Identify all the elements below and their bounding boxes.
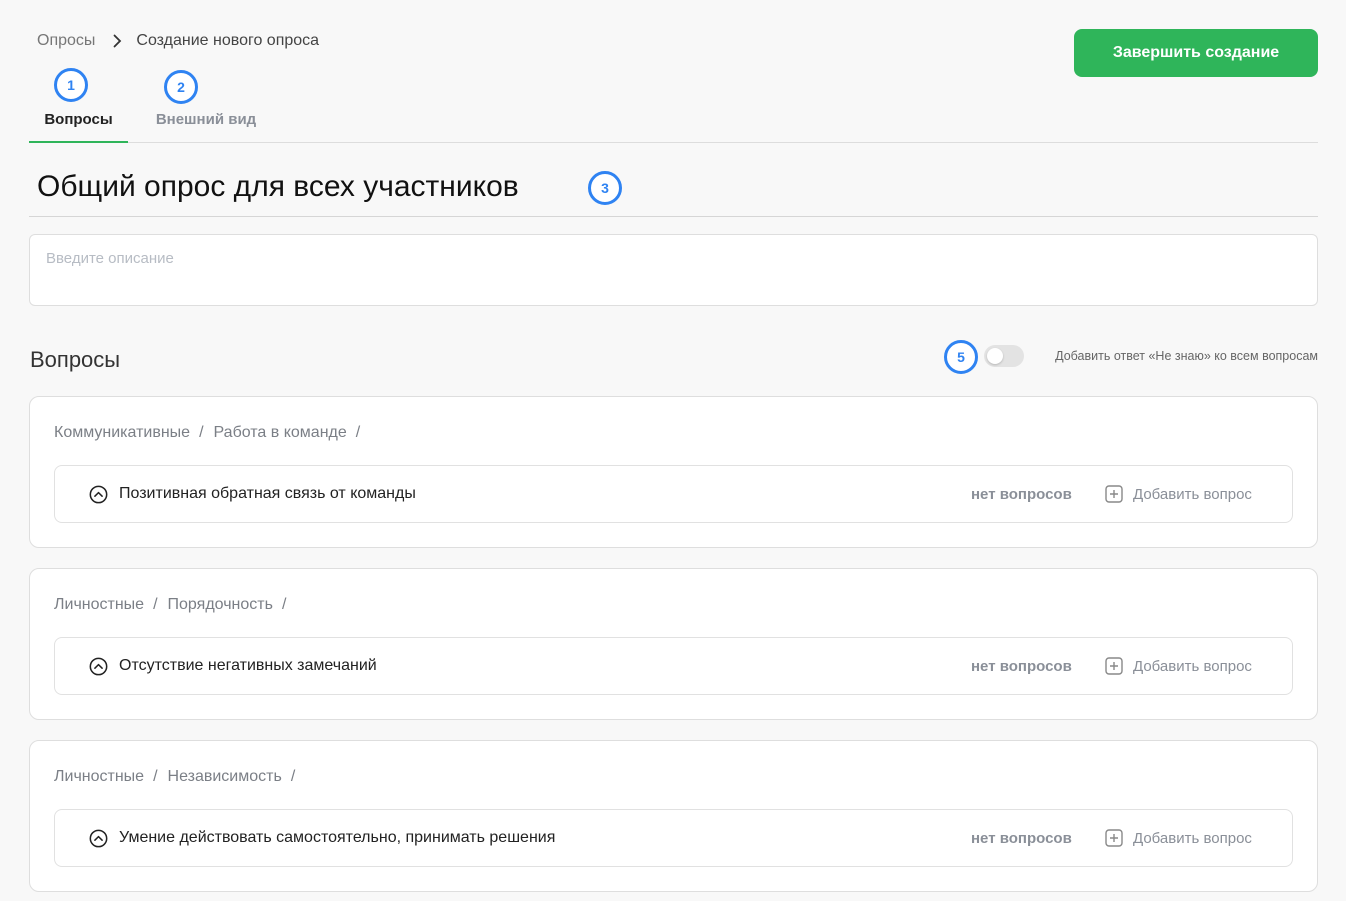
annotation-marker-1: 1 — [54, 68, 88, 102]
plus-square-icon — [1105, 829, 1123, 847]
competency-group: Личностные / Порядочность / Отсутствие нег… — [29, 568, 1318, 720]
description-input[interactable] — [29, 234, 1318, 306]
path-separator: / — [153, 596, 158, 613]
add-question-label: Добавить вопрос — [1133, 485, 1252, 503]
survey-title[interactable]: Общий опрос для всех участников — [37, 170, 519, 204]
group-subcategory: Работа в команде — [213, 424, 347, 441]
indicator-row: Умение действовать самостоятельно, прини… — [54, 809, 1293, 867]
chevron-up-circle-icon[interactable] — [89, 829, 108, 848]
dont-know-toggle[interactable] — [984, 345, 1024, 367]
add-question-label: Добавить вопрос — [1133, 829, 1252, 847]
question-count-status: нет вопросов — [971, 830, 1072, 847]
indicator-title: Умение действовать самостоятельно, прини… — [119, 829, 556, 846]
add-question-button[interactable]: Добавить вопрос — [1105, 483, 1252, 505]
indicator-title: Отсутствие негативных замечаний — [119, 657, 377, 674]
title-divider — [29, 216, 1318, 217]
path-separator: / — [355, 424, 361, 441]
plus-square-icon — [1105, 485, 1123, 503]
annotation-marker-5: 5 — [944, 340, 978, 374]
question-count-status: нет вопросов — [971, 486, 1072, 503]
group-path: Коммуникативные / Работа в команде / — [54, 424, 370, 442]
indicator-title: Позитивная обратная связь от команды — [119, 485, 416, 502]
add-question-label: Добавить вопрос — [1133, 657, 1252, 675]
path-separator: / — [290, 768, 296, 785]
question-count-status: нет вопросов — [971, 658, 1072, 675]
breadcrumb-current: Создание нового опроса — [136, 32, 320, 49]
toggle-knob — [987, 348, 1003, 364]
annotation-marker-2: 2 — [164, 70, 198, 104]
annotation-marker-3: 3 — [588, 171, 622, 205]
group-category: Коммуникативные — [54, 424, 191, 441]
indicator-row: Отсутствие негативных замечаний нет вопр… — [54, 637, 1293, 695]
competency-group: Личностные / Независимость / Умение действ… — [29, 740, 1318, 892]
group-subcategory: Порядочность — [167, 596, 273, 613]
group-subcategory: Независимость — [167, 768, 282, 785]
tab-appearance[interactable]: Внешний вид — [140, 102, 272, 143]
chevron-right-icon — [113, 34, 122, 48]
plus-square-icon — [1105, 657, 1123, 675]
breadcrumb: Опросы Создание нового опроса — [37, 31, 319, 51]
breadcrumb-surveys-link[interactable]: Опросы — [37, 32, 95, 50]
chevron-up-circle-icon[interactable] — [89, 485, 108, 504]
tab-questions[interactable]: Вопросы — [29, 102, 128, 143]
group-path: Личностные / Независимость / — [54, 768, 305, 786]
tabs-bar: Вопросы Внешний вид — [29, 102, 1318, 143]
finish-creation-button[interactable]: Завершить создание — [1074, 29, 1318, 77]
group-category: Личностные — [54, 596, 145, 613]
add-question-button[interactable]: Добавить вопрос — [1105, 827, 1252, 849]
group-path: Личностные / Порядочность / — [54, 596, 296, 614]
questions-section-title: Вопросы — [30, 347, 121, 372]
competency-group: Коммуникативные / Работа в команде / Позит… — [29, 396, 1318, 548]
dont-know-toggle-label: Добавить ответ «Не знаю» ко всем вопроса… — [1055, 349, 1318, 363]
chevron-up-circle-icon[interactable] — [89, 657, 108, 676]
indicator-row: Позитивная обратная связь от команды нет… — [54, 465, 1293, 523]
path-separator: / — [153, 768, 158, 785]
add-question-button[interactable]: Добавить вопрос — [1105, 655, 1252, 677]
path-separator: / — [199, 424, 204, 441]
group-category: Личностные — [54, 768, 145, 785]
path-separator: / — [281, 596, 287, 613]
